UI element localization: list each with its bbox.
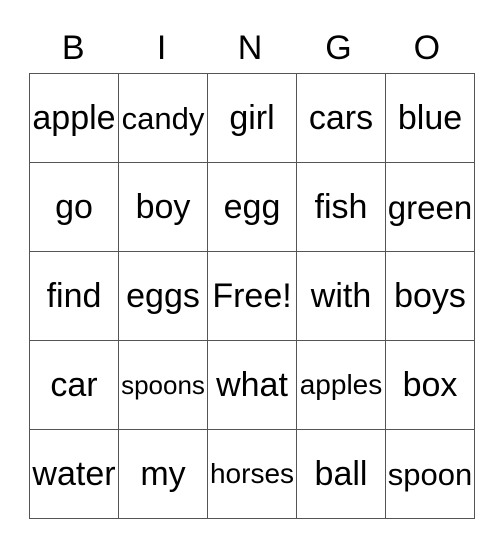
bingo-cell[interactable]: apple — [29, 73, 119, 163]
bingo-cell[interactable]: boys — [385, 251, 475, 341]
cell-word: boys — [394, 277, 466, 315]
cell-word: eggs — [126, 277, 200, 315]
bingo-cell[interactable]: candy — [118, 73, 208, 163]
cell-word: green — [387, 188, 473, 226]
bingo-cell[interactable]: what — [207, 340, 297, 430]
cell-word: ball — [314, 455, 368, 493]
bingo-cell[interactable]: boy — [118, 162, 208, 252]
cell-word: egg — [223, 188, 281, 226]
cell-word: car — [50, 366, 98, 404]
header-letter-o: O — [413, 29, 441, 67]
cell-word: with — [310, 277, 372, 315]
cell-word: candy — [121, 100, 205, 136]
cell-word: apples — [299, 369, 383, 400]
bingo-grid: apple candy girl cars blue go boy egg fish green f… — [29, 73, 475, 519]
bingo-cell[interactable]: water — [29, 429, 119, 519]
cell-word: spoon — [387, 456, 473, 492]
grid-row: car spoons what apples box — [29, 340, 475, 430]
header-letter-n: N — [237, 29, 263, 67]
cell-word: what — [216, 366, 288, 404]
free-space-cell[interactable]: Free! — [207, 251, 297, 341]
cell-word: horses — [209, 458, 295, 489]
header-letter-g: G — [325, 29, 352, 67]
cell-word: box — [402, 366, 458, 404]
bingo-cell[interactable]: go — [29, 162, 119, 252]
bingo-cell[interactable]: car — [29, 340, 119, 430]
bingo-cell[interactable]: box — [385, 340, 475, 430]
cell-word: my — [140, 455, 186, 493]
bingo-cell[interactable]: ball — [296, 429, 386, 519]
bingo-cell[interactable]: apples — [296, 340, 386, 430]
grid-row: water my horses ball spoon — [29, 429, 475, 519]
bingo-cell[interactable]: eggs — [118, 251, 208, 341]
bingo-cell[interactable]: find — [29, 251, 119, 341]
bingo-cell[interactable]: blue — [385, 73, 475, 163]
header-letter-b: B — [61, 29, 85, 67]
bingo-cell[interactable]: my — [118, 429, 208, 519]
bingo-cell[interactable]: with — [296, 251, 386, 341]
bingo-header: B I N G O — [29, 24, 471, 72]
bingo-cell[interactable]: fish — [296, 162, 386, 252]
grid-row: apple candy girl cars blue — [29, 73, 475, 163]
cell-word: girl — [229, 99, 275, 137]
cell-word: spoons — [121, 369, 205, 400]
cell-word: Free! — [212, 277, 292, 315]
cell-word: water — [32, 455, 116, 493]
bingo-cell[interactable]: cars — [296, 73, 386, 163]
bingo-cell[interactable]: spoons — [118, 340, 208, 430]
bingo-cell[interactable]: green — [385, 162, 475, 252]
cell-word: find — [46, 277, 102, 315]
grid-row: find eggs Free! with boys — [29, 251, 475, 341]
bingo-cell[interactable]: spoon — [385, 429, 475, 519]
cell-word: boy — [135, 188, 191, 226]
cell-word: blue — [397, 99, 463, 137]
bingo-cell[interactable]: egg — [207, 162, 297, 252]
bingo-cell[interactable]: horses — [207, 429, 297, 519]
cell-word: apple — [32, 99, 116, 137]
cell-word: go — [55, 188, 93, 226]
bingo-cell[interactable]: girl — [207, 73, 297, 163]
header-letter-i: I — [156, 29, 167, 67]
cell-word: cars — [308, 99, 374, 137]
cell-word: fish — [314, 188, 368, 226]
grid-row: go boy egg fish green — [29, 162, 475, 252]
